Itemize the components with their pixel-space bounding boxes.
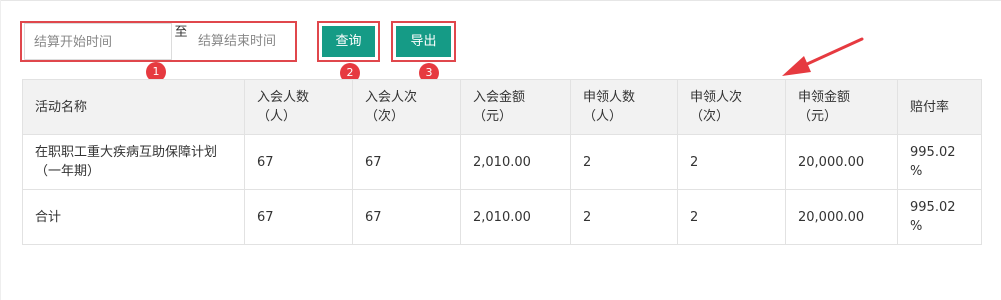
cell-total-join-members: 67	[244, 189, 353, 245]
cell-payout-rate: 995.02%	[897, 134, 982, 190]
date-range-separator: 至	[174, 25, 188, 40]
top-border	[0, 0, 1001, 1]
cell-total-label: 合计	[22, 189, 245, 245]
table-total-row: 合计 67 67 2,010.00 2 2 20,000.00 995.02%	[22, 189, 982, 245]
cell-join-times: 67	[352, 134, 461, 190]
annotation-arrow-icon	[782, 37, 864, 76]
header-claim-times: 申领人次 （次）	[677, 79, 786, 135]
cell-claim-times: 2	[677, 134, 786, 190]
cell-activity-name: 在职职工重大疾病互助保障计划 （一年期）	[22, 134, 245, 190]
header-claim-amount: 申领金额 （元）	[785, 79, 898, 135]
export-button[interactable]: 导出	[396, 26, 451, 57]
query-button[interactable]: 查询	[322, 26, 375, 57]
left-border	[0, 0, 1, 300]
cell-total-join-amount: 2,010.00	[460, 189, 571, 245]
header-join-amount: 入会金额 （元）	[460, 79, 571, 135]
settlement-end-date-input[interactable]: 结算结束时间	[190, 23, 295, 60]
cell-total-claim-amount: 20,000.00	[785, 189, 898, 245]
cell-claim-members: 2	[570, 134, 678, 190]
header-claim-members: 申领人数 （人）	[570, 79, 678, 135]
query-button-highlight: 查询	[317, 21, 380, 62]
cell-claim-amount: 20,000.00	[785, 134, 898, 190]
header-activity-name: 活动名称	[22, 79, 245, 135]
settlement-start-date-input[interactable]: 结算开始时间	[24, 23, 172, 60]
table-header-row: 活动名称 入会人数 （人） 入会人次 （次） 入会金额 （元） 申领人数 （人） 申领人…	[22, 79, 982, 135]
settlement-date-range: 结算开始时间 至 结算结束时间	[20, 21, 297, 62]
cell-join-amount: 2,010.00	[460, 134, 571, 190]
header-payout-rate: 赔付率	[897, 79, 982, 135]
activity-report-table: 活动名称 入会人数 （人） 入会人次 （次） 入会金额 （元） 申领人数 （人） 申领人…	[22, 79, 982, 245]
cell-total-join-times: 67	[352, 189, 461, 245]
cell-total-claim-members: 2	[570, 189, 678, 245]
export-button-highlight: 导出	[391, 21, 456, 62]
header-join-members: 入会人数 （人）	[244, 79, 353, 135]
cell-total-claim-times: 2	[677, 189, 786, 245]
header-join-times: 入会人次 （次）	[352, 79, 461, 135]
cell-total-payout-rate: 995.02%	[897, 189, 982, 245]
cell-join-members: 67	[244, 134, 353, 190]
table-row: 在职职工重大疾病互助保障计划 （一年期） 67 67 2,010.00 2 2 2…	[22, 134, 982, 190]
